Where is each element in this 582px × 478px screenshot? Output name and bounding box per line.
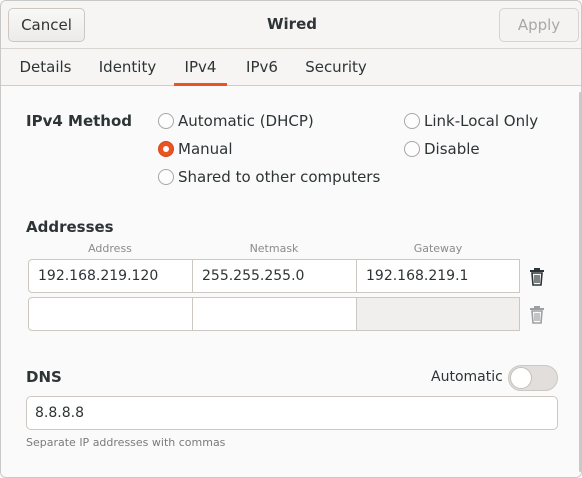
tab-ipv4[interactable]: IPv4: [174, 49, 227, 86]
dns-hint: Separate IP addresses with commas: [26, 436, 226, 449]
wired-settings-dialog: Cancel Wired Apply Details Identity IPv4…: [0, 0, 582, 478]
column-header-netmask: Netmask: [249, 242, 299, 255]
radio-label: Shared to other computers: [178, 168, 381, 186]
radio-disable[interactable]: Disable: [404, 139, 480, 159]
column-header-address: Address: [88, 242, 132, 255]
radio-indicator-checked: [158, 141, 174, 157]
trash-icon[interactable]: [528, 267, 546, 287]
tab-ipv6[interactable]: IPv6: [236, 49, 288, 86]
addresses-label: Addresses: [26, 218, 114, 236]
column-header-gateway: Gateway: [413, 242, 463, 255]
radio-shared[interactable]: Shared to other computers: [158, 167, 380, 187]
gateway-input[interactable]: 192.168.219.1: [356, 259, 520, 293]
dns-automatic-label: Automatic: [431, 369, 503, 385]
ipv4-panel: IPv4 Method Automatic (DHCP) Manual Shar…: [1, 86, 581, 477]
radio-label: Manual: [178, 140, 233, 158]
trash-icon: [528, 305, 546, 325]
tab-details[interactable]: Details: [9, 49, 82, 86]
radio-indicator: [404, 113, 420, 129]
header-bar: Cancel Wired Apply: [1, 1, 581, 48]
address-input[interactable]: 192.168.219.120: [28, 259, 193, 293]
radio-label: Automatic (DHCP): [178, 112, 314, 130]
address-input-empty[interactable]: [28, 297, 193, 331]
radio-label: Link-Local Only: [424, 112, 539, 130]
radio-indicator: [158, 169, 174, 185]
gateway-input-disabled: [356, 297, 520, 331]
radio-manual[interactable]: Manual: [158, 139, 233, 159]
radio-automatic-dhcp[interactable]: Automatic (DHCP): [158, 111, 314, 131]
switch-knob: [510, 367, 532, 389]
radio-label: Disable: [424, 140, 480, 158]
tab-security[interactable]: Security: [299, 49, 373, 86]
netmask-input[interactable]: 255.255.255.0: [192, 259, 357, 293]
dns-automatic-switch[interactable]: [508, 365, 558, 391]
dns-label: DNS: [26, 368, 62, 386]
tab-identity[interactable]: Identity: [89, 49, 166, 86]
radio-indicator: [158, 113, 174, 129]
radio-link-local[interactable]: Link-Local Only: [404, 111, 538, 131]
ipv4-method-label: IPv4 Method: [26, 112, 133, 130]
dns-input[interactable]: 8.8.8.8: [26, 396, 558, 430]
dialog-title: Wired: [267, 15, 317, 33]
radio-indicator: [404, 141, 420, 157]
apply-button[interactable]: Apply: [499, 8, 579, 42]
tab-bar: Details Identity IPv4 IPv6 Security: [1, 48, 581, 86]
netmask-input-empty[interactable]: [192, 297, 357, 331]
